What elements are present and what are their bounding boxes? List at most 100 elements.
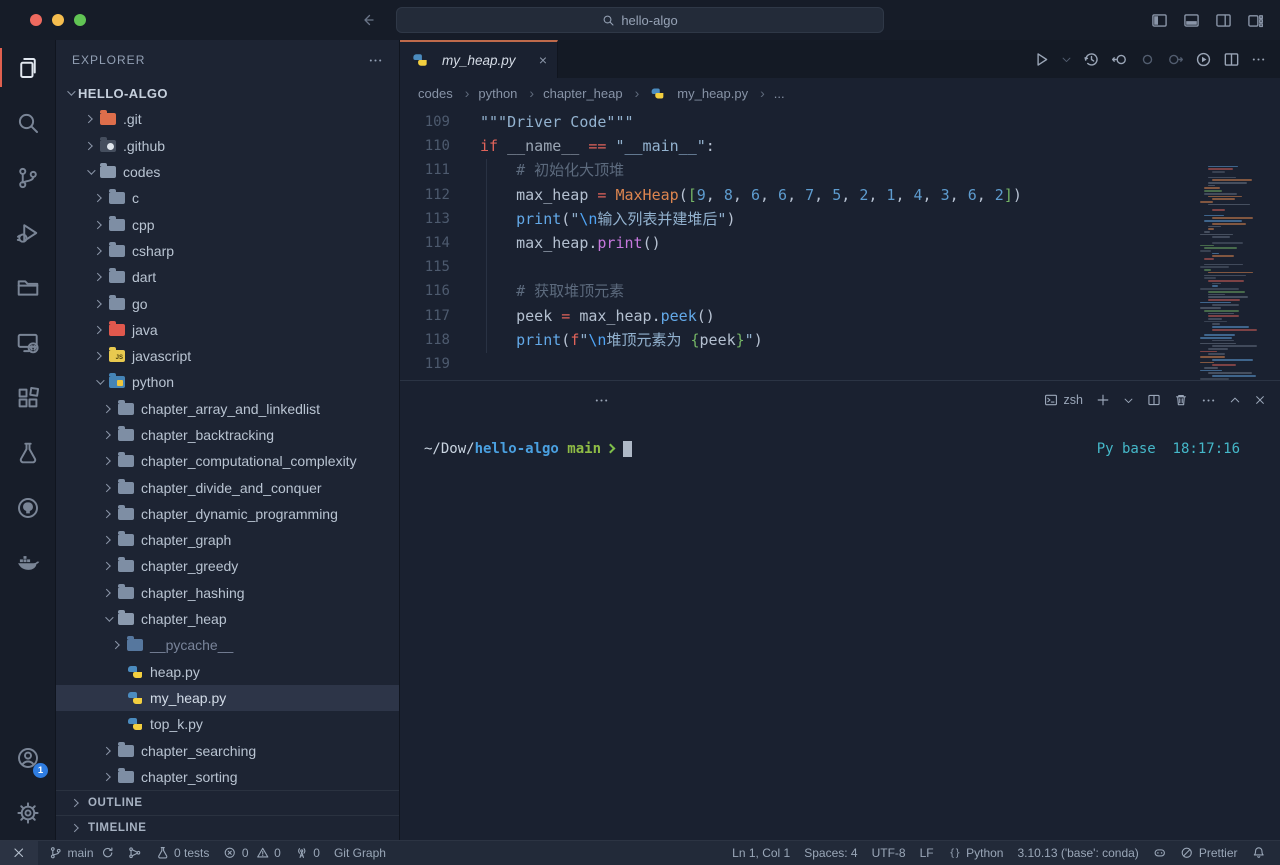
code-line[interactable]: 119 <box>400 352 1280 376</box>
status-item[interactable] <box>1245 841 1273 865</box>
back-arrow-icon[interactable] <box>360 12 376 28</box>
timeline-history-icon[interactable] <box>1083 51 1100 68</box>
code-line[interactable]: 114 max_heap.print() <box>400 231 1280 255</box>
tree-item[interactable]: chapter_graph <box>56 527 399 553</box>
status-item[interactable]: Python <box>941 841 1011 865</box>
tree-item[interactable]: cpp <box>56 211 399 237</box>
tree-item[interactable]: javascript <box>56 343 399 369</box>
tree-item[interactable]: chapter_dynamic_programming <box>56 501 399 527</box>
sidebar-section-header[interactable]: TIMELINE <box>56 815 399 840</box>
tree-item[interactable]: chapter_heap <box>56 606 399 632</box>
tree-item[interactable]: python <box>56 369 399 395</box>
more-actions-icon[interactable] <box>368 53 383 68</box>
editor-tab[interactable]: my_heap.py × <box>400 40 558 78</box>
tree-item[interactable]: chapter_searching <box>56 737 399 763</box>
status-item[interactable] <box>121 841 149 865</box>
code-line[interactable]: 116 # 获取堆顶元素 <box>400 279 1280 303</box>
code-line[interactable]: 113 print("\n输入列表并建堆后") <box>400 207 1280 231</box>
code-line[interactable]: 117 peek = max_heap.peek() <box>400 304 1280 328</box>
activity-github[interactable] <box>0 480 55 535</box>
status-item[interactable]: LF <box>913 841 941 865</box>
more-panel-tabs-icon[interactable] <box>594 393 609 408</box>
customize-layout-icon[interactable] <box>1247 12 1264 29</box>
activity-run-debug[interactable] <box>0 205 55 260</box>
activity-explorer[interactable] <box>0 40 55 95</box>
run-below-icon[interactable] <box>1195 51 1212 68</box>
status-item[interactable]: 3.10.13 ('base': conda) <box>1010 841 1145 865</box>
activity-testing[interactable] <box>0 425 55 480</box>
status-item[interactable] <box>101 841 122 865</box>
run-dropdown-chevron-icon[interactable] <box>1061 54 1072 65</box>
maximize-panel-icon[interactable] <box>1229 394 1241 406</box>
breadcrumb-item[interactable]: ... <box>774 86 785 101</box>
tree-item[interactable]: my_heap.py <box>56 685 399 711</box>
split-editor-icon[interactable] <box>1223 51 1240 68</box>
tree-item[interactable]: .github <box>56 133 399 159</box>
status-item[interactable]: 0 tests <box>149 841 217 865</box>
tree-item[interactable]: java <box>56 317 399 343</box>
activity-project-manager[interactable] <box>0 260 55 315</box>
toggle-sidebar-left-icon[interactable] <box>1151 12 1168 29</box>
status-item[interactable]: Spaces: 4 <box>797 841 864 865</box>
status-item[interactable] <box>0 841 38 865</box>
sidebar-section-header[interactable]: OUTLINE <box>56 790 399 815</box>
tree-item[interactable]: HELLO-ALGO <box>56 80 399 106</box>
status-item[interactable]: 0 <box>288 841 327 865</box>
tree-item[interactable]: chapter_computational_complexity <box>56 448 399 474</box>
status-item[interactable]: Prettier <box>1173 841 1244 865</box>
command-center-search[interactable]: hello-algo <box>396 7 884 33</box>
tree-item[interactable]: chapter_divide_and_conquer <box>56 474 399 500</box>
split-terminal-icon[interactable] <box>1147 393 1161 407</box>
activity-accounts[interactable]: 1 <box>0 730 55 785</box>
status-item[interactable]: 0 <box>256 841 288 865</box>
next-change-icon[interactable] <box>1167 51 1184 68</box>
activity-settings[interactable] <box>0 785 55 840</box>
maximize-window-button[interactable] <box>74 14 86 26</box>
tree-item[interactable]: dart <box>56 264 399 290</box>
tree-item[interactable]: top_k.py <box>56 711 399 737</box>
status-item[interactable]: 0 <box>216 841 255 865</box>
terminal-dropdown-icon[interactable] <box>1123 395 1134 406</box>
toggle-panel-icon[interactable] <box>1183 12 1200 29</box>
minimize-window-button[interactable] <box>52 14 64 26</box>
code-line[interactable]: 111 # 初始化大顶堆 <box>400 158 1280 182</box>
kill-terminal-icon[interactable] <box>1174 393 1188 407</box>
tree-item[interactable]: chapter_greedy <box>56 553 399 579</box>
tree-item[interactable]: chapter_sorting <box>56 764 399 790</box>
close-window-button[interactable] <box>30 14 42 26</box>
code-line[interactable]: 109"""Driver Code""" <box>400 110 1280 134</box>
tree-item[interactable]: codes <box>56 159 399 185</box>
terminal[interactable]: ~/Dow/hello-algo main Py base 18:17:16 <box>400 419 1280 840</box>
activity-source-control[interactable] <box>0 150 55 205</box>
tree-item[interactable]: go <box>56 290 399 316</box>
new-terminal-icon[interactable] <box>1096 393 1110 407</box>
more-actions-icon[interactable] <box>1251 52 1266 67</box>
tree-item[interactable]: .git <box>56 106 399 132</box>
status-item[interactable]: main <box>42 841 101 865</box>
change-marker-icon[interactable] <box>1139 51 1156 68</box>
close-panel-icon[interactable] <box>1254 394 1266 406</box>
status-item[interactable]: Ln 1, Col 1 <box>725 841 797 865</box>
previous-change-icon[interactable] <box>1111 51 1128 68</box>
code-line[interactable]: 112 max_heap = MaxHeap([9, 8, 6, 6, 7, 5… <box>400 183 1280 207</box>
tree-item[interactable]: csharp <box>56 238 399 264</box>
breadcrumb-item[interactable]: my_heap.py <box>648 85 772 101</box>
code-editor[interactable]: 109"""Driver Code"""110if __name__ == "_… <box>400 108 1280 380</box>
status-item[interactable]: UTF-8 <box>865 841 913 865</box>
code-line[interactable]: 110if __name__ == "__main__": <box>400 134 1280 158</box>
tree-item[interactable]: c <box>56 185 399 211</box>
breadcrumb-item[interactable]: codes <box>418 85 476 101</box>
toggle-sidebar-right-icon[interactable] <box>1215 12 1232 29</box>
status-item[interactable] <box>1146 841 1174 865</box>
activity-search[interactable] <box>0 95 55 150</box>
activity-docker[interactable] <box>0 535 55 590</box>
shell-selector[interactable]: zsh <box>1044 393 1083 407</box>
run-python-file-icon[interactable] <box>1033 51 1050 68</box>
close-tab-icon[interactable]: × <box>539 53 547 67</box>
status-item[interactable]: Git Graph <box>327 841 393 865</box>
tree-item[interactable]: chapter_backtracking <box>56 422 399 448</box>
tree-item[interactable]: heap.py <box>56 659 399 685</box>
tree-item[interactable]: chapter_array_and_linkedlist <box>56 396 399 422</box>
breadcrumb-item[interactable]: chapter_heap <box>543 85 646 101</box>
more-terminal-actions-icon[interactable] <box>1201 393 1216 408</box>
